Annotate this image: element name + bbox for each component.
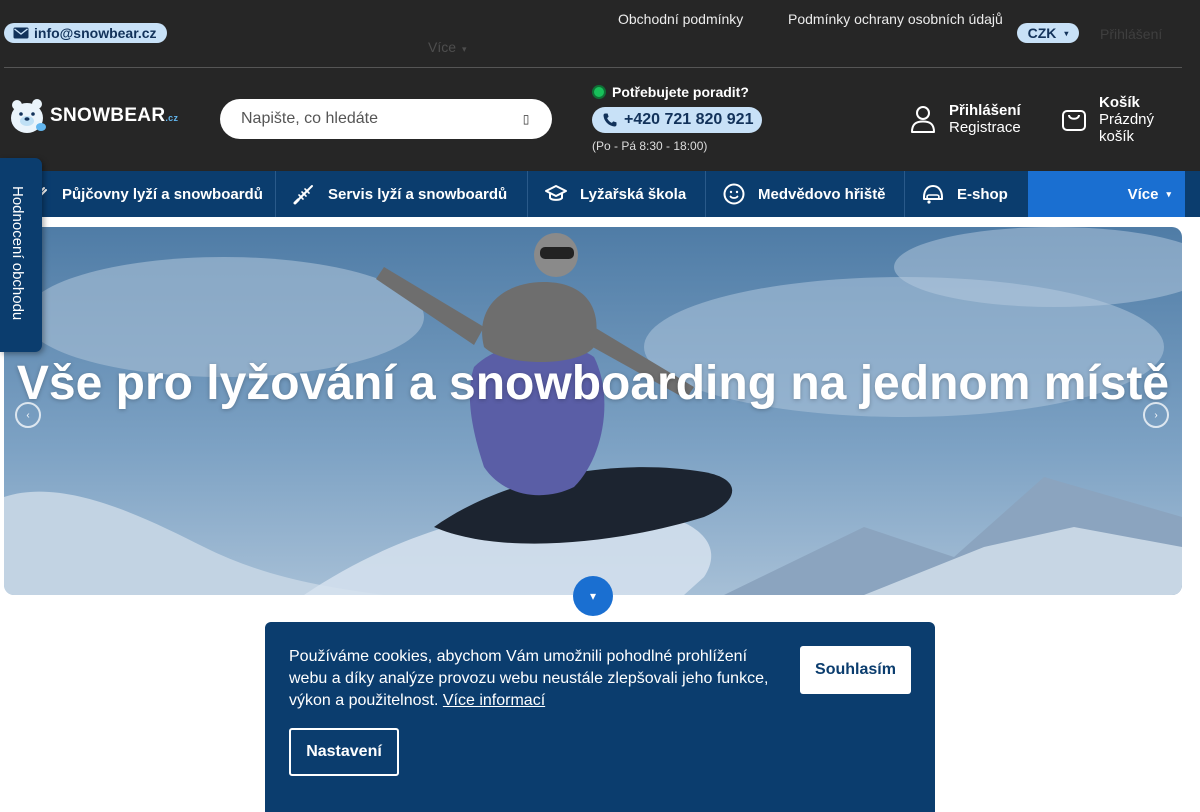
user-icon: [911, 106, 935, 133]
bear-logo-icon: [11, 99, 46, 133]
account-link[interactable]: Přihlášení Registrace: [909, 102, 1021, 136]
nav-item-playground[interactable]: Medvědovo hřiště: [722, 171, 886, 217]
chevron-down-icon: ▾: [1064, 28, 1069, 38]
cart-link[interactable]: Košík Prázdný košík: [1061, 94, 1179, 145]
cookie-settings-button[interactable]: Nastavení: [289, 728, 399, 776]
nav-item-service[interactable]: Servis lyží a snowboardů: [292, 171, 507, 217]
cart-text: Košík Prázdný košík: [1099, 94, 1179, 145]
phone-icon: [603, 113, 617, 127]
nav-more-label: Více: [1127, 185, 1159, 203]
cookie-banner: Používáme cookies, abychom Vám umožnili …: [265, 622, 935, 812]
header-divider: [4, 67, 1182, 68]
search-icon[interactable]: ▯: [516, 109, 536, 129]
nav-more-menu[interactable]: Více ▾: [1028, 171, 1185, 217]
store-rating-tab[interactable]: Hodnocení obchodu: [0, 158, 42, 352]
main-navigation: Půjčovny lyží a snowboardů Servis lyží a…: [0, 171, 1200, 217]
register-label[interactable]: Registrace: [949, 119, 1021, 136]
cookie-accept-button[interactable]: Souhlasím: [800, 646, 911, 694]
cookie-message: Používáme cookies, abychom Vám umožnili …: [289, 646, 779, 712]
nav-divider: [527, 171, 528, 217]
phone-number: +420 721 820 921: [624, 111, 754, 128]
cart-status: Prázdný košík: [1099, 111, 1155, 145]
currency-selector[interactable]: CZK ▾: [1017, 23, 1079, 43]
cookie-more-info-link[interactable]: Více informací: [443, 692, 545, 709]
top-more-menu[interactable]: Více ▾: [428, 39, 467, 55]
rating-tab-label: Hodnocení obchodu: [9, 186, 26, 321]
nav-divider: [275, 171, 276, 217]
terms-link[interactable]: Obchodní podmínky: [618, 11, 743, 27]
helmet-icon: [923, 185, 943, 204]
email-label: info@snowbear.cz: [34, 25, 157, 41]
online-status-icon: [592, 85, 606, 99]
chevron-down-icon: ▾: [462, 44, 467, 54]
opening-hours: (Po - Pá 8:30 - 18:00): [592, 139, 708, 153]
chevron-right-icon: ›: [1154, 409, 1158, 421]
ski-service-icon: [293, 185, 313, 205]
phone-link[interactable]: +420 721 820 921: [592, 107, 762, 133]
hero-title: Vše pro lyžování a snowboarding na jedno…: [16, 357, 1170, 410]
nav-label: E-shop: [957, 185, 1008, 203]
nav-label: Půjčovny lyží a snowboardů: [62, 185, 263, 203]
chevron-left-icon: ‹: [26, 409, 30, 421]
cart-title: Košík: [1099, 94, 1140, 111]
search-input[interactable]: [241, 110, 516, 128]
logo-wordmark: SNOWBEAR.cz: [50, 105, 179, 126]
help-label: Potřebujete poradit?: [612, 84, 749, 100]
search-bar: ▯: [220, 99, 552, 139]
hero-banner: Vše pro lyžování a snowboarding na jedno…: [4, 227, 1182, 595]
nav-label: Servis lyží a snowboardů: [328, 185, 508, 203]
nav-item-rental[interactable]: Půjčovny lyží a snowboardů: [26, 171, 263, 217]
carousel-prev-button[interactable]: ‹: [15, 402, 41, 428]
scroll-down-button[interactable]: ▾: [573, 576, 613, 616]
help-label-row: Potřebujete poradit?: [592, 84, 749, 100]
privacy-link[interactable]: Podmínky ochrany osobních údajů: [788, 11, 1003, 27]
graduation-cap-icon: [545, 185, 567, 201]
account-text: Přihlášení Registrace: [949, 102, 1021, 136]
bear-face-icon: [723, 183, 745, 205]
top-login-link[interactable]: Přihlášení: [1100, 26, 1162, 42]
nav-divider: [705, 171, 706, 217]
nav-divider: [904, 171, 905, 217]
shopping-bag-icon: [1062, 110, 1086, 131]
chevron-down-icon: ▾: [1166, 188, 1171, 199]
nav-item-eshop[interactable]: E-shop: [921, 171, 1008, 217]
currency-label: CZK: [1027, 25, 1057, 41]
nav-label: Lyžařská škola: [580, 185, 687, 203]
carousel-next-button[interactable]: ›: [1143, 402, 1169, 428]
nav-item-ski-school[interactable]: Lyžařská škola: [544, 171, 686, 217]
snowbear-logo[interactable]: SNOWBEAR.cz: [8, 97, 178, 135]
top-more-label: Více: [428, 39, 457, 55]
envelope-icon: [13, 27, 29, 39]
chevron-down-icon: ▾: [589, 589, 597, 603]
email-link[interactable]: info@snowbear.cz: [4, 23, 167, 43]
login-label[interactable]: Přihlášení: [949, 102, 1021, 119]
nav-label: Medvědovo hřiště: [758, 185, 886, 203]
